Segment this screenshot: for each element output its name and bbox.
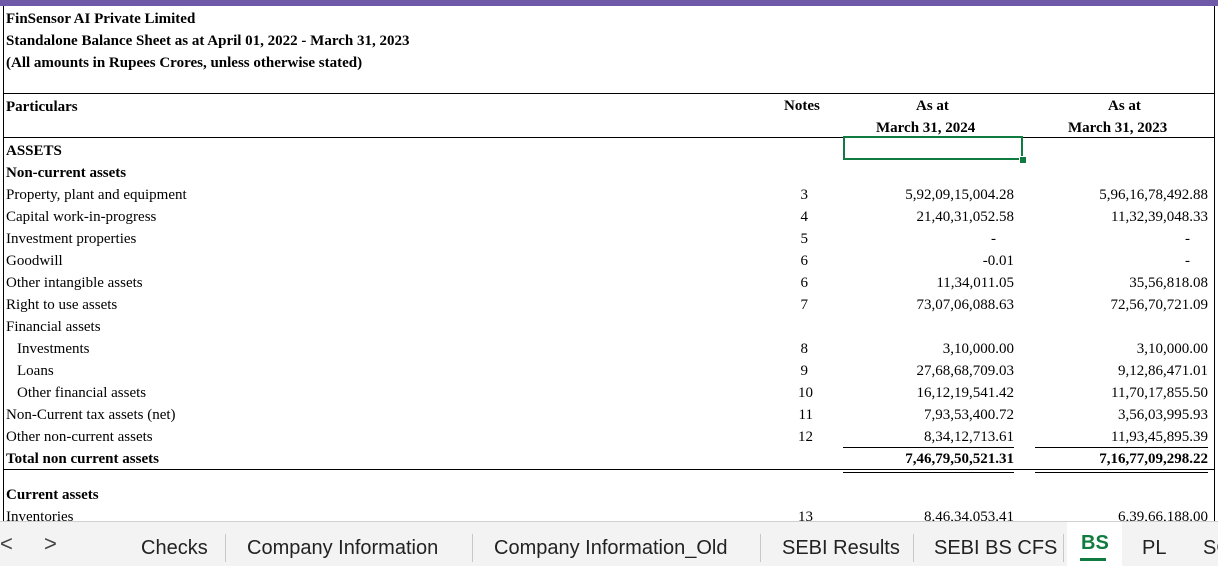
total-double-line-2024 bbox=[843, 472, 1014, 473]
tab-company-information-old[interactable]: Company Information_Old bbox=[494, 537, 727, 560]
row-investments-label: Investments bbox=[17, 341, 90, 357]
row-tax-label: Non-Current tax assets (net) bbox=[6, 407, 176, 423]
active-tab-indicator bbox=[1080, 558, 1106, 561]
row-ppe-note: 3 bbox=[800, 187, 809, 203]
row-invprop-2024: - bbox=[991, 231, 996, 247]
row-othernc-label: Other non-current assets bbox=[6, 429, 153, 445]
row-intangible-2023: 35,56,818.08 bbox=[1129, 275, 1208, 291]
row-otherfin-2024: 16,12,19,541.42 bbox=[916, 385, 1015, 401]
units-note: (All amounts in Rupees Crores, unless ot… bbox=[6, 55, 363, 71]
row-investments-2023: 3,10,000.00 bbox=[1136, 341, 1208, 357]
prev-sheet-button[interactable]: < bbox=[0, 531, 13, 557]
row-tax-note: 11 bbox=[798, 407, 813, 423]
header-top-line bbox=[3, 93, 1215, 94]
row-total-nc-label: Total non current assets bbox=[6, 451, 159, 467]
row-loans-note: 9 bbox=[800, 363, 809, 379]
row-invprop-note: 5 bbox=[800, 231, 809, 247]
row-otherfin-2023: 11,70,17,855.50 bbox=[1111, 385, 1208, 401]
row-ppe-label: Property, plant and equipment bbox=[6, 187, 187, 203]
row-cwip-2024: 21,40,31,052.58 bbox=[916, 209, 1015, 225]
row-tax-2024: 7,93,53,400.72 bbox=[924, 407, 1014, 423]
row-othernc-2024: 8,34,12,713.61 bbox=[924, 429, 1014, 445]
col-2023-header-line1: As at bbox=[1108, 98, 1141, 114]
row-inventories-note: 13 bbox=[798, 509, 813, 521]
row-invprop-label: Investment properties bbox=[6, 231, 137, 247]
row-assets-label: ASSETS bbox=[6, 143, 62, 159]
spreadsheet-grid[interactable]: FinSensor AI Private Limited Standalone … bbox=[0, 6, 1218, 521]
row-otherfin-label: Other financial assets bbox=[17, 385, 147, 401]
row-cwip-note: 4 bbox=[800, 209, 809, 225]
row-investments-2024: 3,10,000.00 bbox=[942, 341, 1014, 357]
row-current-label: Current assets bbox=[6, 487, 99, 503]
row-othernc-2023: 11,93,45,895.39 bbox=[1111, 429, 1208, 445]
row-invprop-2023: - bbox=[1185, 231, 1190, 247]
particulars-header: Particulars bbox=[6, 99, 78, 115]
col-2024-header-line1: As at bbox=[916, 98, 949, 114]
tab-separator bbox=[472, 534, 473, 562]
row-cwip-label: Capital work-in-progress bbox=[6, 209, 157, 225]
tab-sebi-bs-cfs[interactable]: SEBI BS CFS bbox=[934, 537, 1057, 560]
row-financial-label: Financial assets bbox=[6, 319, 101, 335]
row-intangible-label: Other intangible assets bbox=[6, 275, 143, 291]
row-rou-2023: 72,56,70,721.09 bbox=[1110, 297, 1209, 313]
next-sheet-button[interactable]: > bbox=[44, 531, 57, 557]
header-bottom-line bbox=[3, 137, 1215, 138]
selected-cell[interactable] bbox=[843, 136, 1023, 160]
row-rou-2024: 73,07,06,088.63 bbox=[916, 297, 1015, 313]
row-inventories-label: Inventories bbox=[6, 509, 74, 521]
col-2023-header-line2: March 31, 2023 bbox=[1068, 120, 1168, 136]
total-bottom-line bbox=[3, 469, 1215, 470]
tab-bs-label[interactable]: BS bbox=[1081, 532, 1109, 555]
total-top-line-2024 bbox=[843, 447, 1014, 448]
tab-sebi-results[interactable]: SEBI Results bbox=[782, 537, 900, 560]
row-noncurrent-label: Non-current assets bbox=[6, 165, 127, 181]
row-goodwill-2024: -0.01 bbox=[982, 253, 1014, 269]
row-loans-2023: 9,12,86,471.01 bbox=[1118, 363, 1208, 379]
row-otherfin-note: 10 bbox=[798, 385, 813, 401]
row-intangible-note: 6 bbox=[800, 275, 809, 291]
col-2024-header-line2: March 31, 2024 bbox=[876, 120, 976, 136]
notes-header: Notes bbox=[784, 98, 820, 114]
total-double-line-2023 bbox=[1035, 472, 1208, 473]
row-inventories-2024: 8,46,34,053.41 bbox=[924, 509, 1014, 521]
row-goodwill-label: Goodwill bbox=[6, 253, 63, 269]
row-cwip-2023: 11,32,39,048.33 bbox=[1111, 209, 1208, 225]
row-goodwill-note: 6 bbox=[800, 253, 809, 269]
row-inventories-2023: 6,39,66,188.00 bbox=[1118, 509, 1208, 521]
row-rou-label: Right to use assets bbox=[6, 297, 118, 313]
row-rou-note: 7 bbox=[800, 297, 809, 313]
row-othernc-note: 12 bbox=[798, 429, 813, 445]
row-ppe-2024: 5,92,09,15,004.28 bbox=[905, 187, 1014, 203]
row-loans-2024: 27,68,68,709.03 bbox=[916, 363, 1015, 379]
row-investments-note: 8 bbox=[800, 341, 809, 357]
tab-separator bbox=[913, 534, 914, 562]
sheet-tab-bar: < > Checks Company Information Company I… bbox=[0, 521, 1218, 566]
row-ppe-2023: 5,96,16,78,492.88 bbox=[1099, 187, 1208, 203]
tab-separator bbox=[1063, 534, 1064, 562]
table-right-border bbox=[1214, 6, 1215, 521]
table-left-border bbox=[3, 6, 4, 521]
company-name: FinSensor AI Private Limited bbox=[6, 11, 196, 27]
row-goodwill-2023: - bbox=[1185, 253, 1190, 269]
fill-handle[interactable] bbox=[1019, 156, 1027, 164]
tab-checks[interactable]: Checks bbox=[141, 537, 208, 560]
tab-pl[interactable]: PL bbox=[1142, 537, 1166, 560]
statement-title: Standalone Balance Sheet as at April 01,… bbox=[6, 33, 410, 49]
tab-sc[interactable]: SC bbox=[1203, 537, 1218, 560]
row-total-nc-2024: 7,46,79,50,521.31 bbox=[905, 451, 1014, 467]
tab-separator bbox=[225, 534, 226, 562]
total-top-line-2023 bbox=[1035, 447, 1208, 448]
row-total-nc-2023: 7,16,77,09,298.22 bbox=[1099, 451, 1208, 467]
row-loans-label: Loans bbox=[17, 363, 54, 379]
row-intangible-2024: 11,34,011.05 bbox=[936, 275, 1014, 291]
tab-company-information[interactable]: Company Information bbox=[247, 537, 438, 560]
row-tax-2023: 3,56,03,995.93 bbox=[1118, 407, 1208, 423]
tab-separator bbox=[760, 534, 761, 562]
